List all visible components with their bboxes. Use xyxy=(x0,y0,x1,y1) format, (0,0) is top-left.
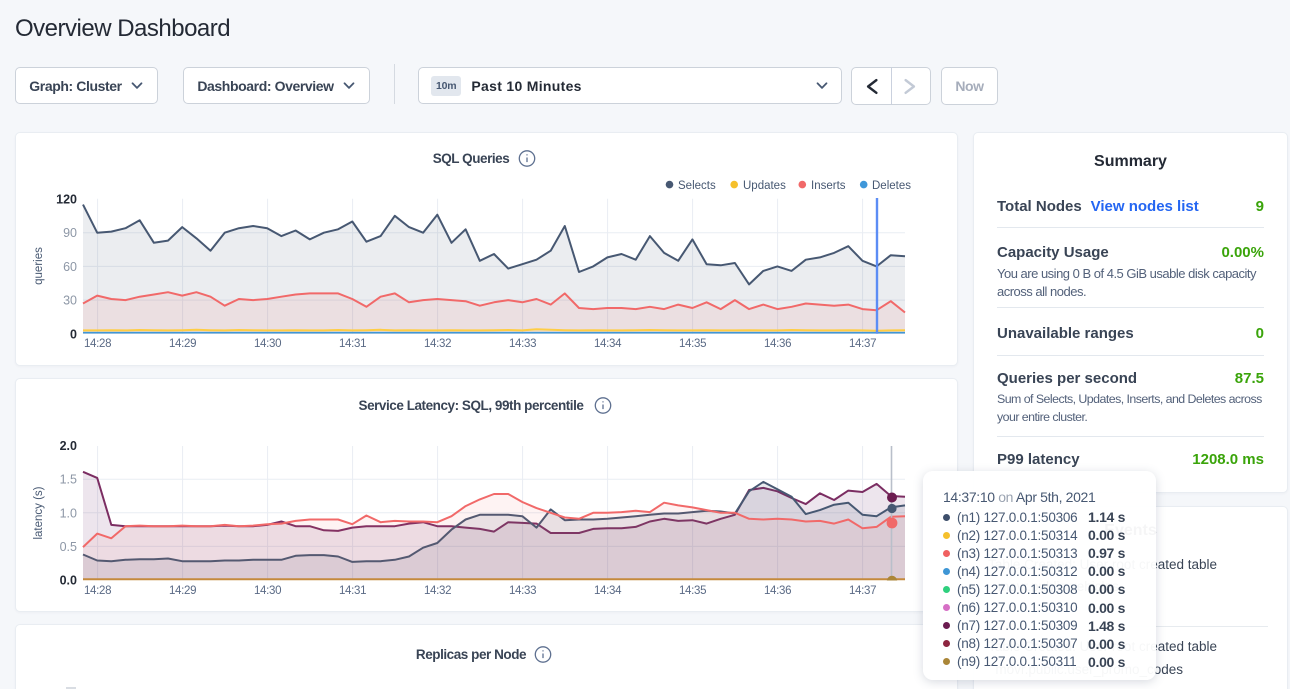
svg-text:latency (s): latency (s) xyxy=(33,486,45,539)
svg-text:90: 90 xyxy=(63,226,77,240)
svg-text:1.5: 1.5 xyxy=(60,473,77,487)
svg-text:0.5: 0.5 xyxy=(60,540,77,554)
svg-text:14:29: 14:29 xyxy=(169,338,196,350)
svg-text:queries: queries xyxy=(33,247,45,285)
svg-text:14:36: 14:36 xyxy=(764,338,791,350)
svg-text:120: 120 xyxy=(56,193,77,207)
svg-text:0.0: 0.0 xyxy=(60,574,77,588)
svg-text:14:29: 14:29 xyxy=(169,585,196,597)
svg-text:Inserts: Inserts xyxy=(811,180,846,192)
svg-text:14:28: 14:28 xyxy=(84,585,111,597)
svg-text:14:37: 14:37 xyxy=(849,338,876,350)
svg-text:14:34: 14:34 xyxy=(594,338,622,350)
svg-text:14:28: 14:28 xyxy=(84,338,111,350)
svg-text:14:31: 14:31 xyxy=(339,585,366,597)
svg-text:14:37: 14:37 xyxy=(849,585,876,597)
svg-text:14:30: 14:30 xyxy=(254,585,281,597)
svg-text:14:31: 14:31 xyxy=(339,338,366,350)
svg-text:Updates: Updates xyxy=(743,180,786,192)
svg-text:Selects: Selects xyxy=(678,180,716,192)
svg-text:1.0: 1.0 xyxy=(60,506,77,520)
svg-text:2.0: 2.0 xyxy=(60,439,77,453)
svg-text:14:32: 14:32 xyxy=(424,585,451,597)
svg-text:14:30: 14:30 xyxy=(254,338,281,350)
svg-text:Deletes: Deletes xyxy=(872,180,911,192)
svg-text:14:35: 14:35 xyxy=(679,585,706,597)
svg-text:14:35: 14:35 xyxy=(679,338,706,350)
svg-text:30: 30 xyxy=(63,294,77,308)
svg-text:14:32: 14:32 xyxy=(424,338,451,350)
svg-text:14:33: 14:33 xyxy=(509,338,536,350)
svg-text:0: 0 xyxy=(70,327,77,341)
svg-text:14:36: 14:36 xyxy=(764,585,791,597)
svg-text:14:33: 14:33 xyxy=(509,585,536,597)
svg-text:14:34: 14:34 xyxy=(594,585,622,597)
svg-text:60: 60 xyxy=(63,260,77,274)
